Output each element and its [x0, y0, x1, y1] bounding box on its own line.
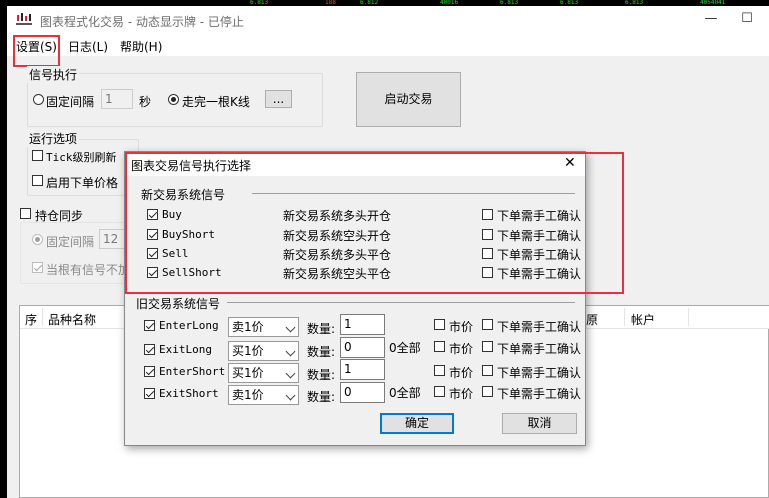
exitlong-checkbox[interactable]: [144, 344, 155, 355]
exitlong-price-select[interactable]: 买1价: [228, 341, 299, 361]
exitlong-market-checkbox[interactable]: [434, 341, 445, 352]
enterlong-confirm-checkbox[interactable]: [482, 319, 493, 330]
enterlong-market-label: 市价: [449, 320, 474, 334]
window-title: 图表程式化交易 - 动态显示牌 - 已停止: [40, 15, 244, 29]
exitshort-confirm-label: 下单需手工确认: [497, 387, 582, 401]
chevron-down-icon: [285, 346, 296, 357]
entershort-confirm-label: 下单需手工确认: [497, 366, 582, 380]
column-header-index[interactable]: 序: [25, 311, 37, 328]
exitlong-qty-label: 数量:: [307, 345, 336, 359]
position-sync-checkbox[interactable]: [20, 208, 31, 219]
chevron-down-icon: [285, 390, 296, 401]
run-options-label: 运行选项: [27, 130, 80, 147]
exitlong-all-hint: 0全部: [389, 341, 421, 355]
entershort-market-checkbox[interactable]: [434, 365, 445, 376]
enable-price-label: 启用下单价格: [46, 176, 119, 190]
exitshort-qty-label: 数量:: [307, 390, 336, 404]
exitlong-price-value: 买1价: [232, 344, 264, 358]
settings-highlight-box: [13, 35, 60, 67]
sync-interval-radio[interactable]: [32, 234, 43, 245]
enterlong-checkbox[interactable]: [144, 320, 155, 331]
section-divider: [227, 302, 575, 303]
start-trading-button[interactable]: 启动交易: [356, 72, 461, 127]
column-header-partial[interactable]: 原: [586, 311, 598, 328]
enterlong-label: EnterLong: [159, 319, 219, 332]
exitlong-market-label: 市价: [449, 342, 474, 356]
app-icon: [16, 12, 32, 26]
exitshort-checkbox[interactable]: [144, 388, 155, 399]
minimize-button[interactable]: —: [701, 10, 721, 28]
menu-help[interactable]: 帮助(H): [120, 38, 162, 55]
enterlong-price-select[interactable]: 卖1价: [228, 317, 299, 337]
only-signal-checkbox[interactable]: [32, 262, 43, 273]
entershort-price-select[interactable]: 买1价: [228, 363, 299, 383]
enterlong-confirm-label: 下单需手工确认: [497, 320, 582, 334]
kline-radio[interactable]: [168, 94, 179, 105]
fixed-interval-radio[interactable]: [33, 94, 44, 105]
only-signal-label: 当根有信号不加: [46, 263, 124, 277]
enterlong-price-value: 卖1价: [232, 320, 264, 334]
new-system-highlight-box: [125, 152, 624, 294]
enterlong-market-checkbox[interactable]: [434, 319, 445, 330]
old-system-section-label: 旧交易系统信号: [136, 297, 221, 311]
enterlong-qty-label: 数量:: [307, 322, 336, 336]
sync-interval-input[interactable]: 12: [99, 229, 125, 249]
kline-label: 走完一根K线: [182, 95, 250, 109]
exitshort-confirm-checkbox[interactable]: [482, 386, 493, 397]
entershort-qty-input[interactable]: 1: [340, 359, 385, 380]
exitshort-market-label: 市价: [449, 387, 474, 401]
tick-refresh-checkbox[interactable]: [32, 150, 43, 161]
seconds-label: 秒: [139, 95, 152, 109]
signal-group-label: 信号执行: [27, 66, 80, 83]
exitlong-confirm-label: 下单需手工确认: [497, 342, 582, 356]
exitlong-qty-input[interactable]: 0: [340, 337, 385, 358]
interval-input[interactable]: 1: [101, 89, 133, 109]
chevron-down-icon: [285, 368, 296, 379]
tick-refresh-label: Tick级别刷新: [46, 151, 117, 164]
cancel-button[interactable]: 取消: [502, 413, 577, 434]
exitshort-market-checkbox[interactable]: [434, 386, 445, 397]
ok-button[interactable]: 确定: [380, 413, 454, 434]
enterlong-qty-input[interactable]: 1: [340, 314, 385, 335]
exitshort-price-select[interactable]: 卖1价: [228, 385, 299, 405]
exitlong-label: ExitLong: [159, 343, 212, 356]
column-header-symbol-name[interactable]: 品种名称: [48, 311, 96, 328]
sync-interval-label: 固定间隔: [46, 235, 95, 249]
column-header-account[interactable]: 帐户: [631, 311, 655, 328]
exitshort-qty-input[interactable]: 0: [340, 382, 385, 403]
maximize-button[interactable]: ☐: [737, 10, 757, 28]
column-divider: [688, 308, 689, 326]
entershort-checkbox[interactable]: [144, 366, 155, 377]
background-chart-edge: [0, 6, 7, 498]
entershort-confirm-checkbox[interactable]: [482, 365, 493, 376]
fixed-interval-label: 固定间隔: [46, 95, 95, 109]
exitshort-all-hint: 0全部: [389, 386, 421, 400]
enable-price-checkbox[interactable]: [32, 175, 43, 186]
entershort-label: EnterShort: [159, 365, 226, 378]
exitshort-label: ExitShort: [159, 387, 219, 400]
entershort-qty-label: 数量:: [307, 368, 336, 382]
entershort-price-value: 买1价: [232, 366, 264, 380]
chevron-down-icon: [285, 322, 296, 333]
browse-button[interactable]: ...: [265, 90, 292, 108]
column-divider: [42, 308, 43, 326]
menu-log[interactable]: 日志(L): [68, 38, 108, 55]
entershort-market-label: 市价: [449, 366, 474, 380]
column-divider: [624, 308, 625, 326]
exitshort-price-value: 卖1价: [232, 388, 264, 402]
exitlong-confirm-checkbox[interactable]: [482, 341, 493, 352]
